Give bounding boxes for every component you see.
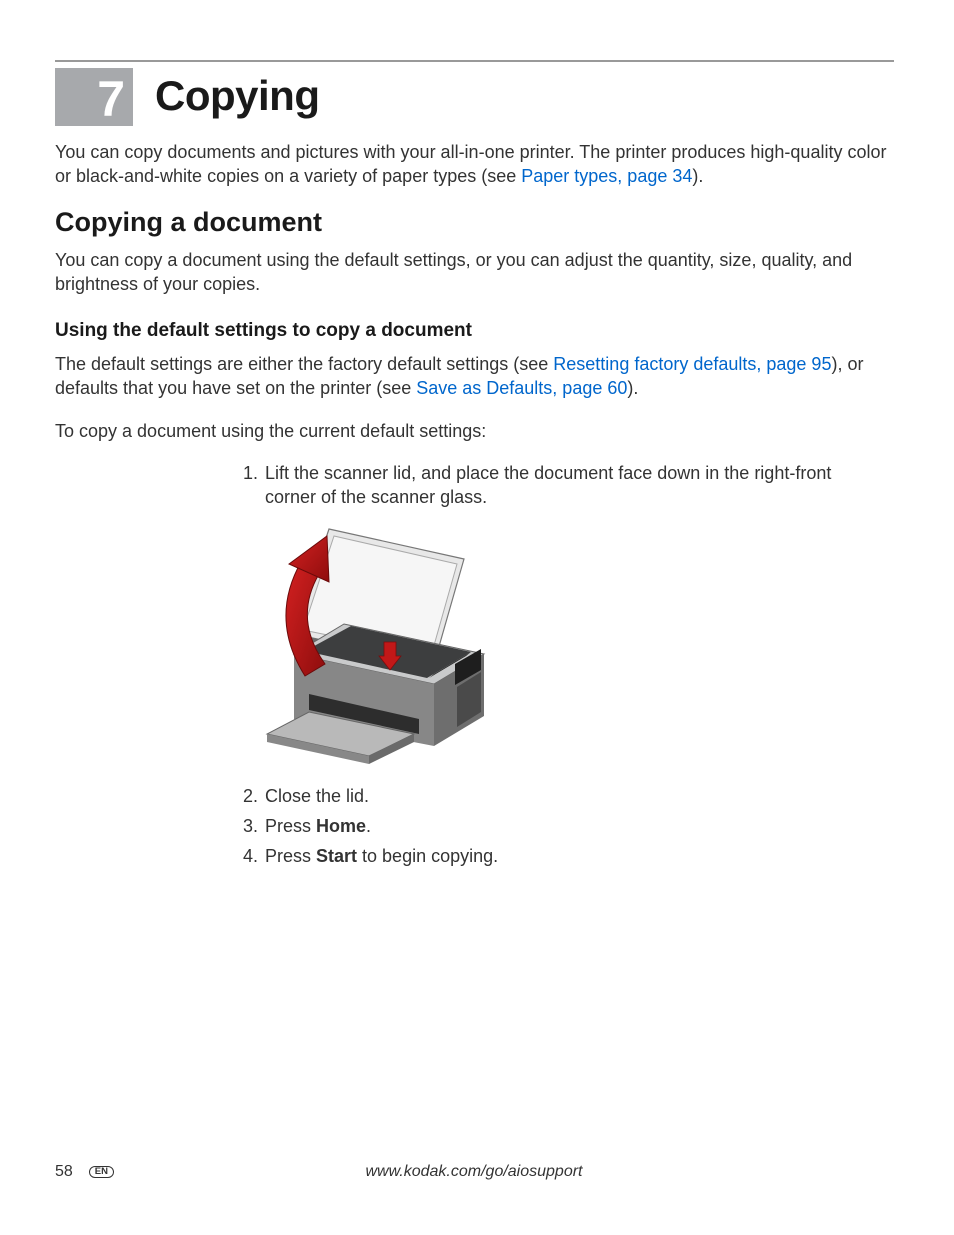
page-footer: 58 EN www.kodak.com/go/aiosupport — [55, 1163, 894, 1181]
step-3a: Press — [265, 816, 316, 836]
top-rule — [55, 60, 894, 62]
chapter-number-badge: 7 — [55, 68, 133, 126]
section2-para1: The default settings are either the fact… — [55, 352, 894, 401]
step-1: Lift the scanner lid, and place the docu… — [263, 461, 864, 510]
link-paper-types[interactable]: Paper types, page 34 — [521, 166, 692, 186]
intro-text-a: You can copy documents and pictures with… — [55, 142, 886, 186]
numbered-steps: Lift the scanner lid, and place the docu… — [235, 461, 864, 510]
step-3: Press Home. — [263, 814, 864, 838]
step-4: Press Start to begin copying. — [263, 844, 864, 868]
chapter-intro: You can copy documents and pictures with… — [55, 140, 894, 189]
subsection-heading-default-settings: Using the default settings to copy a doc… — [55, 320, 894, 342]
link-save-as-defaults[interactable]: Save as Defaults, page 60 — [416, 378, 627, 398]
step-2: Close the lid. — [263, 784, 864, 808]
numbered-steps-cont: Close the lid. Press Home. Press Start t… — [235, 784, 864, 869]
footer-url: www.kodak.com/go/aiosupport — [54, 1163, 894, 1181]
step-4c: to begin copying. — [357, 846, 498, 866]
section2-para2: To copy a document using the current def… — [55, 419, 894, 443]
step-3c: . — [366, 816, 371, 836]
document-page: 7 Copying You can copy documents and pic… — [0, 0, 954, 869]
step-4-start: Start — [316, 846, 357, 866]
link-resetting-factory[interactable]: Resetting factory defaults, page 95 — [553, 354, 831, 374]
chapter-heading: 7 Copying — [55, 68, 894, 126]
section1-body: You can copy a document using the defaul… — [55, 248, 894, 297]
step-3-home: Home — [316, 816, 366, 836]
chapter-title: Copying — [155, 72, 319, 120]
section-heading-copying-document: Copying a document — [55, 207, 894, 238]
intro-text-b: ). — [692, 166, 703, 186]
printer-illustration — [259, 524, 864, 774]
step-4a: Press — [265, 846, 316, 866]
steps-container: Lift the scanner lid, and place the docu… — [235, 461, 864, 868]
p2a: The default settings are either the fact… — [55, 354, 553, 374]
p2c: ). — [627, 378, 638, 398]
